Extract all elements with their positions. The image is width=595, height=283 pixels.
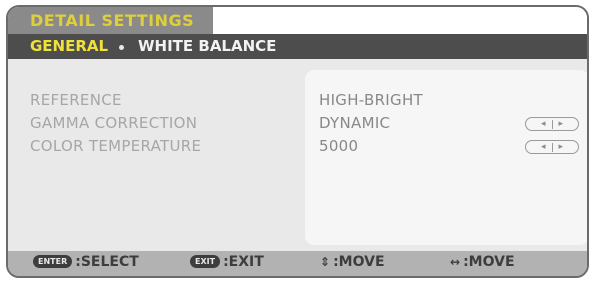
arrow-divider bbox=[551, 142, 553, 152]
title-bar-blank bbox=[213, 7, 587, 34]
color-temperature-value: 5000 bbox=[319, 137, 359, 155]
tab-separator-dot bbox=[119, 45, 124, 50]
enter-key-icon: ENTER bbox=[33, 255, 73, 268]
gamma-correction-arrows[interactable]: ◂ ▸ bbox=[525, 117, 579, 131]
footer-help-bar: ENTER:SELECT EXIT:EXIT ⇕:MOVE ↔:MOVE bbox=[8, 251, 587, 276]
left-arrow-icon[interactable]: ◂ bbox=[541, 119, 546, 129]
color-temperature-arrows[interactable]: ◂ ▸ bbox=[525, 140, 579, 154]
left-arrow-icon[interactable]: ◂ bbox=[541, 142, 546, 152]
select-label: :SELECT bbox=[75, 254, 139, 270]
right-arrow-icon[interactable]: ▸ bbox=[559, 142, 564, 152]
footer-move-horizontal-hint: ↔:MOVE bbox=[450, 254, 515, 270]
reference-label[interactable]: REFERENCE bbox=[30, 91, 122, 109]
up-down-arrow-icon: ⇕ bbox=[320, 255, 331, 269]
settings-body: REFERENCE GAMMA CORRECTION COLOR TEMPERA… bbox=[8, 59, 587, 255]
menu-title-tab: DETAIL SETTINGS bbox=[8, 7, 213, 34]
footer-select-hint: ENTER:SELECT bbox=[33, 254, 139, 270]
gamma-correction-label[interactable]: GAMMA CORRECTION bbox=[30, 114, 197, 132]
move-horizontal-label: :MOVE bbox=[463, 254, 515, 270]
footer-exit-hint: EXIT:EXIT bbox=[190, 254, 264, 270]
footer-move-vertical-hint: ⇕:MOVE bbox=[320, 254, 385, 270]
gamma-correction-value: DYNAMIC bbox=[319, 114, 391, 132]
color-temperature-label[interactable]: COLOR TEMPERATURE bbox=[30, 137, 201, 155]
exit-label: :EXIT bbox=[223, 254, 264, 270]
tab-general[interactable]: GENERAL bbox=[30, 37, 108, 55]
values-panel: HIGH-BRIGHT DYNAMIC 5000 ◂ ▸ ◂ ▸ bbox=[305, 70, 587, 245]
move-vertical-label: :MOVE bbox=[333, 254, 385, 270]
detail-settings-menu: DETAIL SETTINGS GENERAL WHITE BALANCE RE… bbox=[6, 5, 589, 278]
tab-bar: GENERAL WHITE BALANCE bbox=[8, 34, 587, 59]
exit-key-icon: EXIT bbox=[190, 255, 221, 268]
reference-value: HIGH-BRIGHT bbox=[319, 91, 423, 109]
left-right-arrow-icon: ↔ bbox=[450, 255, 461, 269]
menu-title: DETAIL SETTINGS bbox=[30, 11, 195, 30]
tab-white-balance[interactable]: WHITE BALANCE bbox=[138, 37, 276, 55]
arrow-divider bbox=[551, 119, 553, 129]
right-arrow-icon[interactable]: ▸ bbox=[559, 119, 564, 129]
